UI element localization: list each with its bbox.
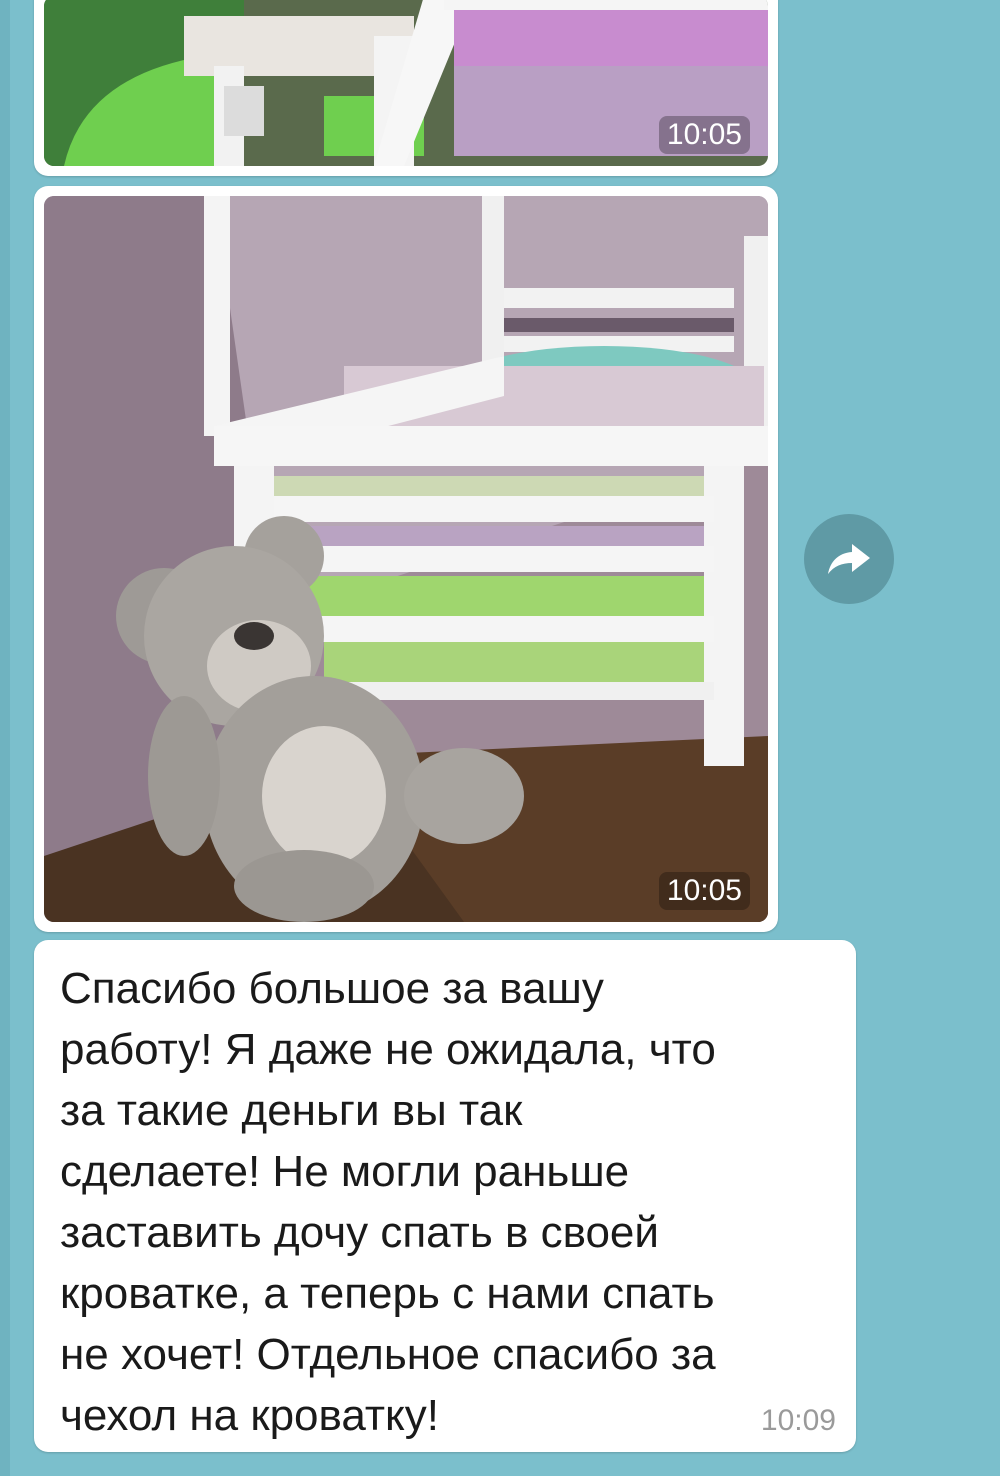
photo-image xyxy=(44,196,768,922)
photo-message-bubble[interactable]: 10:05 xyxy=(34,186,778,932)
text-message-bubble[interactable]: Спасибо большое за вашу работу! Я даже н… xyxy=(34,940,856,1452)
message-time: 10:05 xyxy=(658,116,750,154)
photo-bed-with-bear[interactable]: 10:05 xyxy=(44,196,768,922)
photo-message-bubble[interactable]: 10:05 xyxy=(34,0,778,176)
message-time: 10:09 xyxy=(760,1404,836,1437)
photo-bed-top[interactable]: 10:05 xyxy=(44,0,768,166)
share-arrow-icon xyxy=(828,544,870,574)
share-button[interactable] xyxy=(804,514,894,604)
message-text: Спасибо большое за вашу работу! Я даже н… xyxy=(60,964,716,1440)
message-time: 10:05 xyxy=(658,872,750,910)
chat-left-edge xyxy=(0,0,10,1476)
